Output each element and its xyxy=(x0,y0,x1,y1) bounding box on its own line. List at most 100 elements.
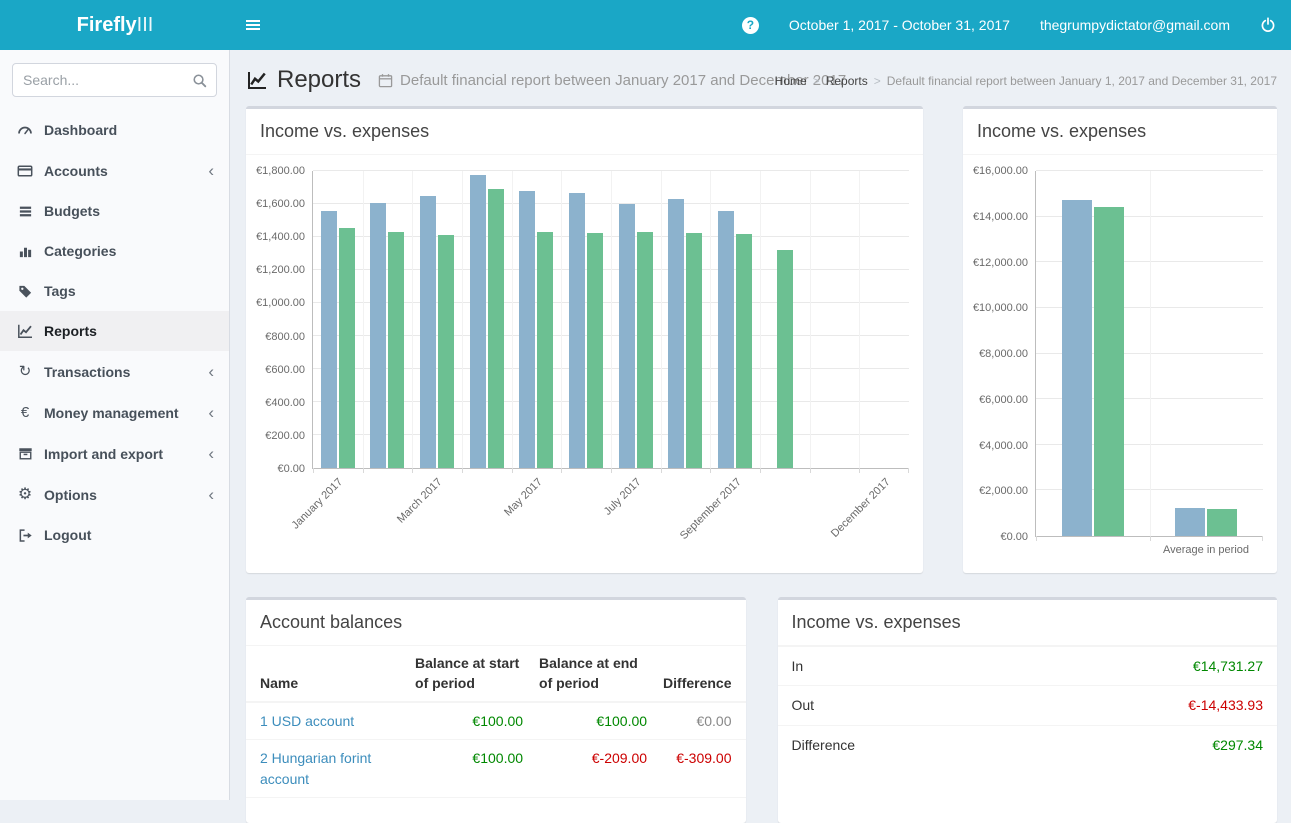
bar-group xyxy=(1036,171,1150,536)
x-axis-tick-label: July 2017 xyxy=(602,476,644,518)
euro-icon: € xyxy=(15,405,35,420)
plot-area xyxy=(1035,171,1263,537)
search-input[interactable] xyxy=(13,72,182,88)
y-axis-tick-label: €1,000.00 xyxy=(256,297,305,309)
brand-light: III xyxy=(137,14,154,37)
topnav-right: ? October 1, 2017 - October 31, 2017 the… xyxy=(727,0,1291,50)
sidebar-item-label: Categories xyxy=(44,243,116,259)
box-title: Income vs. expenses xyxy=(792,610,1264,635)
income-expenses-summary-table: In €14,731.27 Out €-14,433.93 Difference… xyxy=(778,646,1278,764)
y-axis-tick-label: €200.00 xyxy=(265,430,305,442)
bar-expenses xyxy=(339,228,355,468)
user-email-button[interactable]: thegrumpydictator@gmail.com xyxy=(1025,0,1245,50)
bar-expenses xyxy=(637,232,653,468)
bar-income xyxy=(718,211,734,468)
y-axis-tick-label: €8,000.00 xyxy=(979,348,1028,360)
breadcrumb-home-link[interactable]: Home xyxy=(775,74,807,88)
monthly-income-expenses-chart[interactable]: €0.00€200.00€400.00€600.00€800.00€1,000.… xyxy=(254,163,909,557)
column-header-difference: Difference xyxy=(655,646,745,702)
chevron-left-icon: ‹ xyxy=(208,445,214,462)
y-axis-tick-label: €0.00 xyxy=(277,463,305,475)
sidebar-item-reports: Reports xyxy=(0,311,229,351)
sidebar-item-options: ⚙ Options ‹ xyxy=(0,474,229,515)
chevron-left-icon: ‹ xyxy=(208,486,214,503)
y-axis-tick-label: €800.00 xyxy=(265,331,305,343)
breadcrumb-reports-link[interactable]: Reports xyxy=(826,74,868,88)
summary-value: €14,731.27 xyxy=(1012,647,1277,686)
chevron-left-icon: ‹ xyxy=(208,162,214,179)
summary-row: In €14,731.27 xyxy=(778,647,1278,686)
date-range-button[interactable]: October 1, 2017 - October 31, 2017 xyxy=(774,0,1025,50)
bar-group xyxy=(810,171,860,468)
bar-group xyxy=(363,171,413,468)
search-button[interactable] xyxy=(182,64,216,96)
bar-expenses xyxy=(587,233,603,468)
hamburger-icon xyxy=(245,17,261,33)
table-header-row: Name Balance at start of period Balance … xyxy=(246,646,746,702)
bar-expenses xyxy=(1094,207,1124,536)
brand-bold: Firefly xyxy=(77,14,137,37)
bar-income xyxy=(370,203,386,468)
power-icon xyxy=(1260,17,1276,33)
box-header: Income vs. expenses xyxy=(246,109,923,155)
account-link[interactable]: 2 Hungarian forint account xyxy=(260,750,371,786)
main-content: Reports Default financial report between… xyxy=(230,0,1291,823)
page-title: Reports xyxy=(277,66,361,94)
bar-expenses xyxy=(777,250,793,468)
y-axis-tick-label: €12,000.00 xyxy=(973,257,1028,269)
y-axis-tick-label: €1,800.00 xyxy=(256,165,305,177)
sidebar-item-transactions: ↻ Transactions ‹ xyxy=(0,351,229,392)
sign-out-icon xyxy=(15,528,35,543)
sidebar-toggle-button[interactable] xyxy=(230,0,276,50)
question-circle-icon: ? xyxy=(742,17,759,34)
chevron-left-icon: ‹ xyxy=(208,363,214,380)
help-button[interactable]: ? xyxy=(727,0,774,50)
x-axis-tick-label: May 2017 xyxy=(502,476,545,519)
bar-group xyxy=(710,171,760,468)
app-logo[interactable]: FireflyIII xyxy=(0,0,230,50)
summary-value: €297.34 xyxy=(1012,725,1277,764)
y-axis-tick-label: €1,200.00 xyxy=(256,264,305,276)
sidebar-item-label: Accounts xyxy=(44,163,108,179)
bar-group xyxy=(1150,171,1264,536)
start-balance-cell: €100.00 xyxy=(407,740,531,798)
content-body: Income vs. expenses €0.00€200.00€400.00€… xyxy=(230,102,1291,823)
sidebar-item-label: Money management xyxy=(44,405,179,421)
sidebar-item-tags: Tags xyxy=(0,271,229,311)
sidebar-item-budgets: Budgets xyxy=(0,191,229,231)
sidebar-item-accounts: Accounts ‹ xyxy=(0,150,229,191)
account-balances-box: Account balances Name Balance at start o… xyxy=(246,597,746,823)
bar-income xyxy=(519,191,535,468)
bar-expenses xyxy=(1207,509,1237,536)
sidebar-item-label: Options xyxy=(44,487,97,503)
start-balance-cell: €100.00 xyxy=(407,702,531,740)
column-header-start-balance: Balance at start of period xyxy=(407,646,531,702)
bar-income xyxy=(668,199,684,468)
summary-row: Difference €297.34 xyxy=(778,725,1278,764)
gears-icon: ⚙ xyxy=(15,487,35,503)
x-axis-labels: January 2017March 2017May 2017July 2017S… xyxy=(312,469,909,557)
bar-group xyxy=(661,171,711,468)
search-icon xyxy=(192,73,207,88)
logout-top-button[interactable] xyxy=(1245,0,1291,50)
x-axis-tick-label: Average in period xyxy=(1163,544,1249,556)
box-header: Income vs. expenses xyxy=(963,109,1277,155)
sidebar: Dashboard Accounts ‹ Budgets Categories … xyxy=(0,50,230,800)
bar-expenses xyxy=(686,233,702,468)
x-axis-labels: Average in period xyxy=(1035,537,1263,559)
bar-expenses xyxy=(488,189,504,468)
sidebar-item-label: Reports xyxy=(44,323,97,339)
period-income-expenses-chart[interactable]: €0.00€2,000.00€4,000.00€6,000.00€8,000.0… xyxy=(971,163,1263,559)
sidebar-item-label: Transactions xyxy=(44,364,130,380)
y-axis-tick-label: €16,000.00 xyxy=(973,165,1028,177)
sidebar-item-categories: Categories xyxy=(0,231,229,271)
box-title: Income vs. expenses xyxy=(260,119,909,144)
account-link[interactable]: 1 USD account xyxy=(260,713,354,729)
sidebar-item-label: Import and export xyxy=(44,446,163,462)
bar-income xyxy=(321,211,337,468)
sidebar-search xyxy=(12,63,217,97)
x-axis-tick-label: January 2017 xyxy=(290,476,346,532)
top-navbar: FireflyIII ? October 1, 2017 - October 3… xyxy=(0,0,1291,50)
line-chart-icon xyxy=(246,70,268,90)
y-axis-tick-label: €10,000.00 xyxy=(973,302,1028,314)
